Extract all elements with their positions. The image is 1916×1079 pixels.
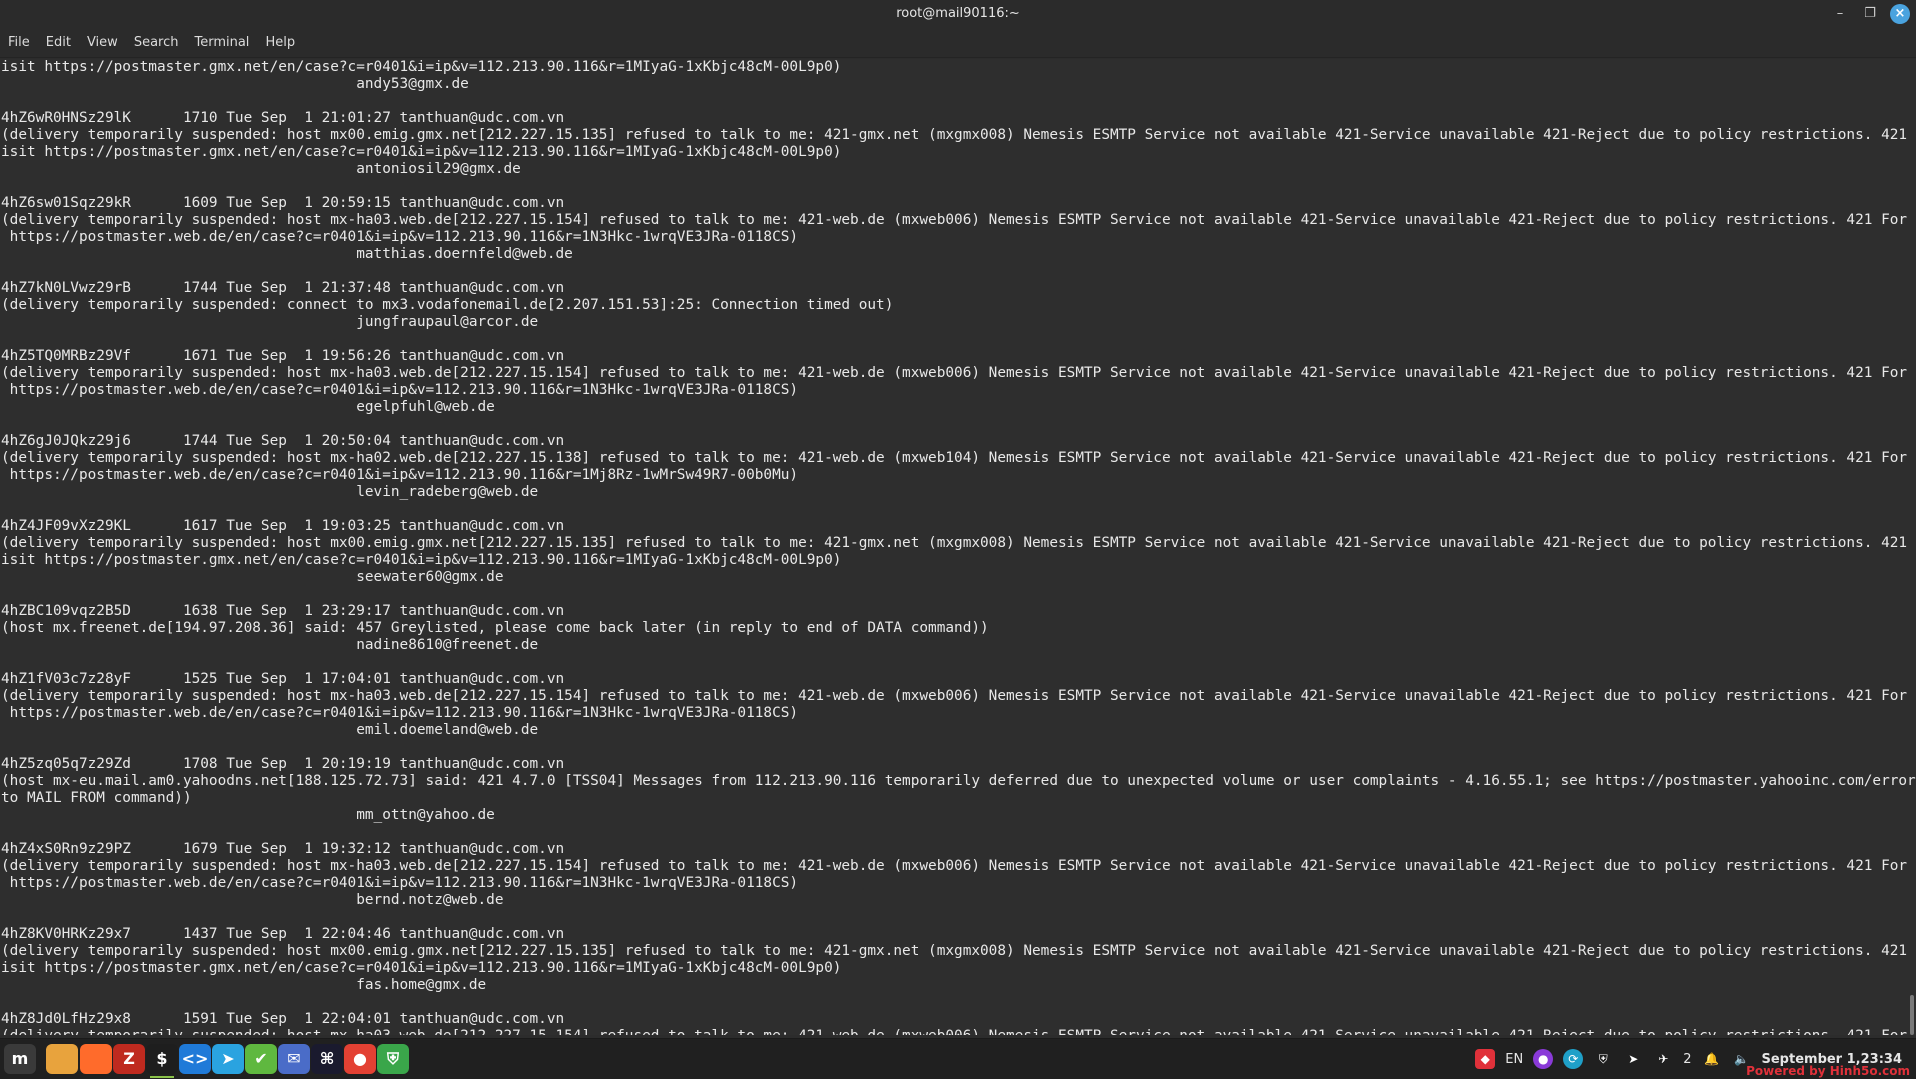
terminal-line: egelpfuhl@web.de	[1, 399, 495, 415]
leaf-icon[interactable]: ✔	[245, 1044, 277, 1074]
terminal-line: 4hZ8Jd0LfHz29x8 1591 Tue Sep 1 22:04:01 …	[1, 1011, 565, 1027]
maximize-icon[interactable]: ❐	[1860, 4, 1880, 24]
menu-bar: File Edit View Search Terminal Help	[0, 28, 1916, 58]
terminal-line: isit https://postmaster.gmx.net/en/case?…	[1, 960, 842, 976]
vscode-icon[interactable]: <>	[179, 1044, 211, 1074]
network-tray-icon[interactable]: ✈	[1653, 1049, 1673, 1069]
menu-help[interactable]: Help	[265, 35, 295, 50]
terminal-line: 4hZ1fV03c7z28yF 1525 Tue Sep 1 17:04:01 …	[1, 671, 565, 687]
menu-terminal[interactable]: Terminal	[194, 35, 249, 50]
bell-icon[interactable]: 🔔	[1702, 1049, 1722, 1069]
terminal-line: matthias.doernfeld@web.de	[1, 246, 573, 262]
terminal-line: (delivery temporarily suspended: host mx…	[1, 858, 1916, 874]
shield-tray-icon[interactable]: ⛨	[1593, 1049, 1613, 1069]
files-icon[interactable]	[46, 1044, 78, 1074]
terminal-line: isit https://postmaster.gmx.net/en/case?…	[1, 552, 842, 568]
terminal-line: 4hZ4JF09vXz29KL 1617 Tue Sep 1 19:03:25 …	[1, 518, 565, 534]
terminal-line: https://postmaster.web.de/en/case?c=r040…	[1, 875, 799, 891]
terminal-line: nadine8610@freenet.de	[1, 637, 539, 653]
language-indicator[interactable]: EN	[1505, 1052, 1523, 1067]
terminal-line: (delivery temporarily suspended: host mx…	[1, 450, 1916, 466]
terminal-line: 4hZ7kN0LVwz29rB 1744 Tue Sep 1 21:37:48 …	[1, 280, 565, 296]
watermark: Powered by Hinh5o.com	[1746, 1064, 1910, 1078]
terminal-line: 4hZ5zq05q7z29Zd 1708 Tue Sep 1 20:19:19 …	[1, 756, 565, 772]
app-tray-icon[interactable]: ●	[1533, 1049, 1554, 1069]
chatgpt-icon[interactable]: ⌘	[311, 1044, 343, 1074]
window-titlebar: root@mail90116:~ – ❐ ×	[0, 0, 1916, 28]
sync-tray-icon[interactable]: ⟳	[1563, 1049, 1584, 1069]
taskbar: m Z $ <> ➤ ✔ ✉ ⌘ ● ⛨ ◆ EN ● ⟳ ⛨ ➤ ✈ 2 🔔 🔈 Septemb…	[0, 1038, 1916, 1079]
terminal-line: to MAIL FROM command))	[1, 790, 192, 806]
anydesk-tray-icon[interactable]: ◆	[1475, 1049, 1496, 1069]
terminal-line: 4hZBC109vqz2B5D 1638 Tue Sep 1 23:29:17 …	[1, 603, 565, 619]
window-controls: – ❐ ×	[1830, 4, 1910, 24]
terminal-line: 4hZ6gJ0JQkz29j6 1744 Tue Sep 1 20:50:04 …	[1, 433, 565, 449]
shield-vpn-icon[interactable]: ⛨	[377, 1044, 409, 1074]
firefox-icon[interactable]	[80, 1044, 112, 1074]
terminal-line: seewater60@gmx.de	[1, 569, 504, 585]
terminal-line: 4hZ4xS0Rn9z29PZ 1679 Tue Sep 1 19:32:12 …	[1, 841, 565, 857]
terminal-line: (host mx-eu.mail.am0.yahoodns.net[188.12…	[1, 773, 1916, 789]
terminal-line: (delivery temporarily suspended: host mx…	[1, 365, 1916, 381]
terminal-line: (host mx.freenet.de[194.97.208.36] said:…	[1, 620, 989, 636]
close-icon[interactable]: ×	[1890, 4, 1910, 24]
menu-file[interactable]: File	[8, 35, 30, 50]
terminal-line: 4hZ5TQ0MRBz29Vf 1671 Tue Sep 1 19:56:26 …	[1, 348, 565, 364]
terminal-line: https://postmaster.web.de/en/case?c=r040…	[1, 229, 799, 245]
terminal-line: bernd.notz@web.de	[1, 892, 504, 908]
terminal-line: antoniosil29@gmx.de	[1, 161, 521, 177]
terminal-output[interactable]: isit https://postmaster.gmx.net/en/case?…	[0, 59, 1916, 1035]
terminal-line: 4hZ6wR0HNSz29lK 1710 Tue Sep 1 21:01:27 …	[1, 110, 565, 126]
terminal-line: (delivery temporarily suspended: host mx…	[1, 688, 1916, 704]
terminal-line: (delivery temporarily suspended: host mx…	[1, 127, 1916, 143]
terminal-line: https://postmaster.web.de/en/case?c=r040…	[1, 382, 799, 398]
terminal-line: isit https://postmaster.gmx.net/en/case?…	[1, 144, 842, 160]
terminal-line: isit https://postmaster.gmx.net/en/case?…	[1, 59, 842, 75]
chrome-icon[interactable]: ●	[344, 1044, 376, 1074]
terminal-line: (delivery temporarily suspended: host mx…	[1, 535, 1916, 551]
terminal-line: 4hZ8KV0HRKz29x7 1437 Tue Sep 1 22:04:46 …	[1, 926, 565, 942]
mail-icon[interactable]: ✉	[278, 1044, 310, 1074]
minimize-icon[interactable]: –	[1830, 4, 1850, 24]
terminal-line: (delivery temporarily suspended: host mx…	[0, 1028, 1916, 1035]
menu-icon[interactable]: m	[4, 1044, 36, 1074]
terminal-line: https://postmaster.web.de/en/case?c=r040…	[1, 467, 799, 483]
terminal-line: (delivery temporarily suspended: host mx…	[1, 212, 1916, 228]
window-title: root@mail90116:~	[896, 6, 1020, 21]
terminal-line: (delivery temporarily suspended: connect…	[1, 297, 894, 313]
terminal-line: jungfraupaul@arcor.de	[1, 314, 539, 330]
menu-edit[interactable]: Edit	[46, 35, 71, 50]
terminal-line: mm_ottn@yahoo.de	[1, 807, 495, 823]
terminal-line: (delivery temporarily suspended: host mx…	[1, 943, 1916, 959]
terminal-scrollbar[interactable]	[1910, 995, 1914, 1035]
terminal-icon[interactable]: $	[146, 1044, 178, 1078]
terminal-line: fas.home@gmx.de	[1, 977, 487, 993]
terminal-line: andy53@gmx.de	[1, 76, 469, 92]
menu-search[interactable]: Search	[134, 35, 179, 50]
terminal-line: https://postmaster.web.de/en/case?c=r040…	[1, 705, 799, 721]
telegram-icon[interactable]: ➤	[212, 1044, 244, 1074]
telegram-tray-icon[interactable]: ➤	[1623, 1049, 1643, 1069]
menu-view[interactable]: View	[87, 35, 118, 50]
terminal-line: 4hZ6sw01Sqz29kR 1609 Tue Sep 1 20:59:15 …	[1, 195, 565, 211]
notification-count: 2	[1683, 1051, 1692, 1067]
terminal-line: levin_radeberg@web.de	[1, 484, 539, 500]
filezilla-icon[interactable]: Z	[113, 1044, 145, 1074]
terminal-line: emil.doemeland@web.de	[1, 722, 539, 738]
